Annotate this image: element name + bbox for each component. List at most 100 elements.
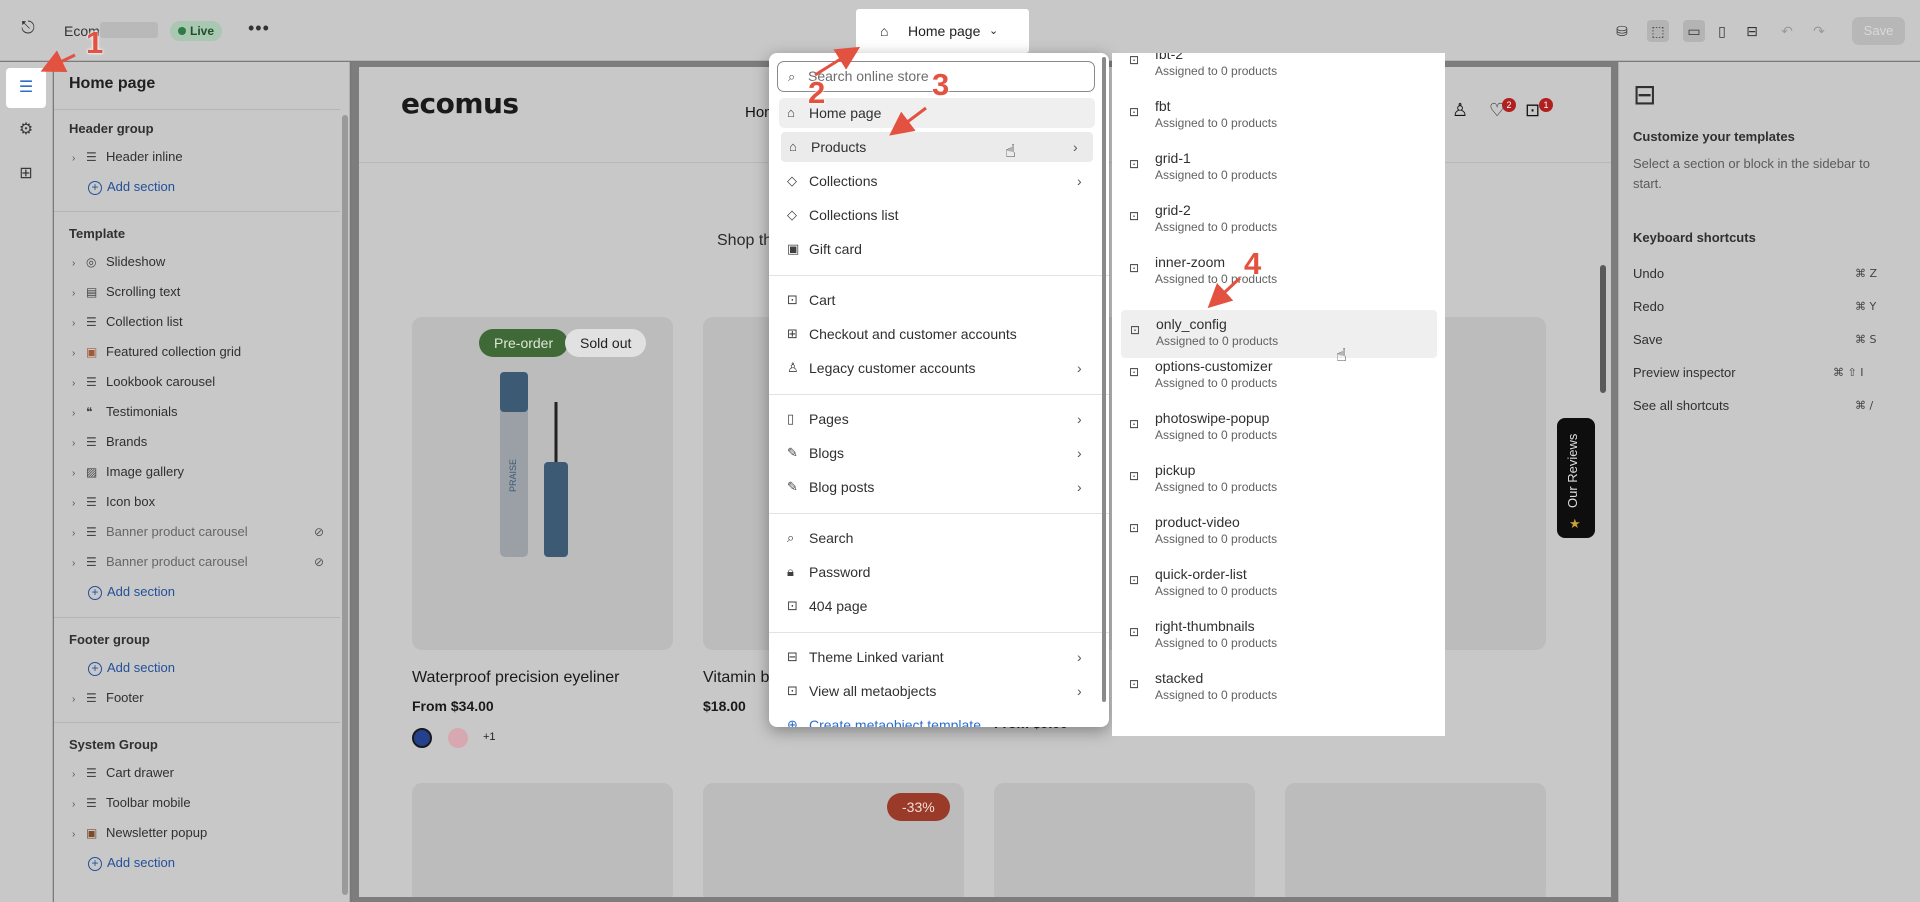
menu-item-password[interactable]: 🔒︎ Password — [779, 557, 1095, 587]
section-icon-box[interactable]: › ☰ Icon box — [72, 492, 155, 512]
menu-item-collections[interactable]: ◇ Collections › — [779, 166, 1095, 196]
product-card-image[interactable] — [1285, 783, 1546, 897]
template-inner-zoom[interactable]: ⊡ inner-zoom Assigned to 0 products — [1120, 248, 1437, 296]
desktop-icon[interactable]: ▭ — [1683, 20, 1705, 42]
menu-item-404-page[interactable]: ⊡ 404 page — [779, 591, 1095, 621]
add-section-button[interactable]: + Add section — [88, 853, 175, 873]
product-card-image[interactable]: PRAISE — [412, 317, 673, 650]
fullscreen-icon[interactable]: ⊟ — [1741, 20, 1763, 42]
redo-icon[interactable]: ↷ — [1808, 20, 1830, 42]
preview-scrollbar[interactable] — [1600, 265, 1606, 393]
menu-item-search[interactable]: ⌕ Search — [779, 523, 1095, 553]
product-card-image[interactable] — [994, 783, 1255, 897]
menu-scrollbar[interactable] — [1102, 57, 1106, 702]
section-footer[interactable]: › ☰ Footer — [72, 688, 144, 708]
section-lookbook-carousel[interactable]: › ☰ Lookbook carousel — [72, 372, 215, 392]
template-grid-1[interactable]: ⊡ grid-1 Assigned to 0 products — [1120, 144, 1437, 192]
template-fbt-2[interactable]: ⊡ fbt-2 Assigned to 0 products — [1120, 53, 1437, 88]
collections-icon: ◇ — [787, 207, 797, 222]
template-name: only_config — [1156, 316, 1227, 332]
product-card-image[interactable] — [412, 783, 673, 897]
template-photoswipe-popup[interactable]: ⊡ photoswipe-popup Assigned to 0 products — [1120, 404, 1437, 452]
star-icon: ★ — [1569, 516, 1581, 531]
menu-item-blogs[interactable]: ✎ Blogs › — [779, 438, 1095, 468]
menu-item-legacy-accounts[interactable]: ♙ Legacy customer accounts › — [779, 353, 1095, 383]
menu-item-cart[interactable]: ⊡ Cart — [779, 285, 1095, 315]
section-scrolling-text[interactable]: › ▤ Scrolling text — [72, 282, 180, 302]
apps-icon[interactable]: ⊞ — [6, 154, 46, 194]
add-section-button[interactable]: + Add section — [88, 582, 175, 602]
section-brands[interactable]: › ☰ Brands — [72, 432, 147, 452]
tag-icon: ⌂ — [789, 139, 797, 154]
menu-item-gift-card[interactable]: ▣ Gift card — [779, 234, 1095, 264]
chevron-right-icon: › — [72, 799, 76, 810]
page-selector[interactable]: ⌂ Home page ⌄ — [856, 9, 1029, 53]
section-featured-collection-grid[interactable]: › ▣ Featured collection grid — [72, 342, 241, 362]
exit-icon[interactable]: ⎋ — [16, 18, 40, 42]
template-only-config[interactable]: ⊡ only_config Assigned to 0 products — [1121, 310, 1437, 358]
menu-item-checkout[interactable]: ⊞ Checkout and customer accounts — [779, 319, 1095, 349]
save-button[interactable]: Save — [1852, 17, 1905, 45]
thumbnail-icon: ▣ — [86, 826, 98, 840]
color-swatch[interactable] — [448, 728, 468, 748]
section-slideshow[interactable]: › ◎ Slideshow — [72, 252, 165, 272]
account-icon[interactable]: ♙ — [1452, 100, 1468, 121]
soldout-badge: Sold out — [565, 329, 647, 357]
template-grid-2[interactable]: ⊡ grid-2 Assigned to 0 products — [1120, 196, 1437, 244]
menu-item-view-all-metaobjects[interactable]: ⊡ View all metaobjects › — [779, 676, 1095, 706]
section-icon: ☰ — [86, 375, 97, 389]
section-header-inline[interactable]: › ☰ Header inline — [72, 147, 183, 167]
add-section-label: Add section — [107, 584, 175, 599]
template-right-thumbnails[interactable]: ⊡ right-thumbnails Assigned to 0 products — [1120, 612, 1437, 660]
reviews-tab[interactable]: Our Reviews ★ — [1557, 418, 1595, 538]
menu-item-pages[interactable]: ▯ Pages › — [779, 404, 1095, 434]
product-price: $18.00 — [703, 698, 746, 714]
gear-icon[interactable]: ⚙ — [6, 110, 46, 150]
section-testimonials[interactable]: › ❝ Testimonials — [72, 402, 178, 422]
reviews-label: Our Reviews — [1565, 433, 1580, 508]
section-banner-product-carousel[interactable]: › ☰ Banner product carousel ⊘ — [72, 552, 324, 572]
template-pickup[interactable]: ⊡ pickup Assigned to 0 products — [1120, 456, 1437, 504]
section-collection-list[interactable]: › ☰ Collection list — [72, 312, 183, 332]
products-submenu: ⊡ fbt-2 Assigned to 0 products ⊡ fbt Assigne… — [1112, 53, 1445, 736]
section-banner-product-carousel[interactable]: › ☰ Banner product carousel ⊘ — [72, 522, 324, 542]
template-quick-order-list[interactable]: ⊡ quick-order-list Assigned to 0 products — [1120, 560, 1437, 608]
template-icon: ⊟ — [1633, 79, 1657, 110]
mobile-icon[interactable]: ▯ — [1711, 20, 1733, 42]
add-section-button[interactable]: + Add section — [88, 658, 175, 678]
menu-item-theme-linked-variant[interactable]: ⊟ Theme Linked variant › — [779, 642, 1095, 672]
more-actions-button[interactable]: ••• — [248, 18, 270, 39]
create-metaobject-template-link[interactable]: ⊕ Create metaobject template — [779, 710, 1095, 727]
menu-item-blog-posts[interactable]: ✎ Blog posts › — [779, 472, 1095, 502]
template-stacked[interactable]: ⊡ stacked Assigned to 0 products — [1120, 664, 1437, 712]
shortcut-undo: Undo — [1633, 266, 1665, 281]
database-icon[interactable]: ⛁ — [1611, 20, 1633, 42]
template-fbt[interactable]: ⊡ fbt Assigned to 0 products — [1120, 92, 1437, 140]
color-swatch[interactable] — [412, 728, 432, 748]
menu-item-collections-list[interactable]: ◇ Collections list — [779, 200, 1095, 230]
undo-icon[interactable]: ↶ — [1776, 20, 1798, 42]
menu-item-label: Pages — [809, 411, 849, 427]
section-newsletter-popup[interactable]: › ▣ Newsletter popup — [72, 823, 207, 843]
chevron-right-icon: › — [1073, 139, 1078, 155]
section-toolbar-mobile[interactable]: › ☰ Toolbar mobile — [72, 793, 191, 813]
eye-off-icon[interactable]: ⊘ — [314, 552, 324, 572]
page-selector-label: Home page — [908, 23, 981, 39]
cart-icon[interactable]: ⊡ — [1525, 100, 1540, 121]
template-product-video[interactable]: ⊡ product-video Assigned to 0 products — [1120, 508, 1437, 556]
section-cart-drawer[interactable]: › ☰ Cart drawer — [72, 763, 174, 783]
chevron-right-icon: › — [1077, 411, 1082, 427]
product-brand: PRAISE — [508, 459, 518, 492]
menu-item-products[interactable]: ⌂ Products › — [781, 132, 1093, 162]
inspector-icon[interactable]: ⬚ — [1647, 20, 1669, 42]
add-section-button[interactable]: + Add section — [88, 177, 175, 197]
sidebar-scrollbar[interactable] — [342, 115, 348, 895]
shortcut-keys: ⌘ Y — [1855, 300, 1877, 313]
product-name[interactable]: Waterproof precision eyeliner — [412, 669, 620, 687]
divider — [54, 617, 340, 618]
section-image-gallery[interactable]: › ▨ Image gallery — [72, 462, 184, 482]
eye-off-icon[interactable]: ⊘ — [314, 522, 324, 542]
sections-icon[interactable]: ☰ — [6, 68, 46, 108]
template-options-customizer[interactable]: ⊡ options-customizer Assigned to 0 product… — [1120, 352, 1437, 400]
product-name[interactable]: Vitamin b — [703, 669, 769, 687]
